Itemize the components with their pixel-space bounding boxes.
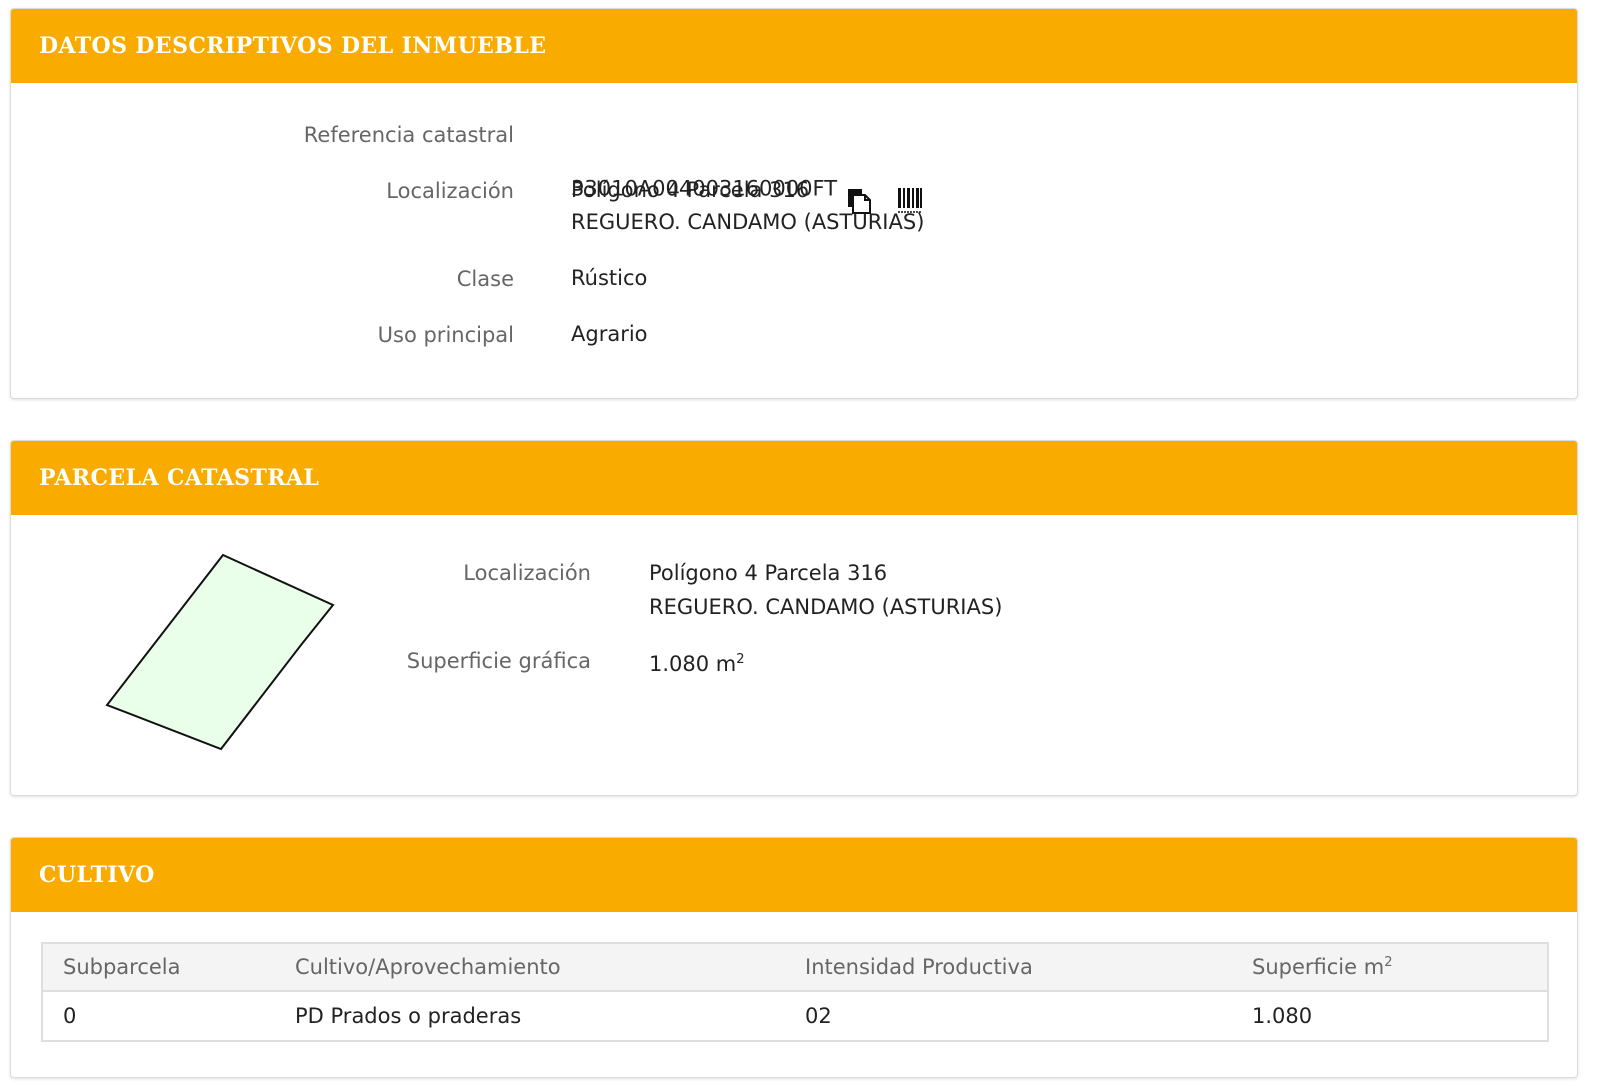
parcela-catastral-header: PARCELA CATASTRAL [11, 441, 1577, 515]
referencia-label: Referencia catastral [303, 123, 514, 147]
header-subparcela: Subparcela [63, 955, 181, 979]
cultivo-panel: CULTIVO Subparcela Cultivo/Aprovechamien… [10, 837, 1578, 1078]
superficie-value: 1.080 m2 [649, 644, 745, 680]
clase-value: Rústico [571, 266, 648, 290]
header-cultivo: Cultivo/Aprovechamiento [295, 955, 561, 979]
datos-descriptivos-panel: DATOS DESCRIPTIVOS DEL INMUEBLE Referenc… [10, 8, 1578, 399]
superficie-number: 1.080 m [649, 652, 737, 676]
cell-intensidad: 02 [805, 1004, 832, 1028]
uso-label: Uso principal [377, 323, 514, 347]
clase-label: Clase [456, 267, 514, 291]
localizacion-value: Polígono 4 Parcela 316 REGUERO. CANDAMO … [571, 178, 925, 234]
uso-value: Agrario [571, 322, 648, 346]
superficie-label: Superficie gráfica [406, 649, 591, 673]
cultivo-table: Subparcela Cultivo/Aprovechamiento Inten… [41, 942, 1549, 1042]
parcela-localizacion-value: Polígono 4 Parcela 316 REGUERO. CANDAMO … [649, 561, 1003, 619]
header-superficie-text: Superficie m [1252, 955, 1385, 979]
superficie-unit-sup: 2 [736, 652, 745, 667]
table-row: 0 PD Prados o praderas 02 1.080 [43, 992, 1547, 1040]
cultivo-header: CULTIVO [11, 838, 1577, 912]
localizacion-label: Localización [386, 179, 514, 203]
cell-subparcela: 0 [63, 1004, 77, 1028]
parcela-localizacion-label: Localización [463, 561, 591, 585]
header-superficie-sup: 2 [1384, 955, 1393, 970]
datos-descriptivos-header: DATOS DESCRIPTIVOS DEL INMUEBLE [11, 9, 1577, 83]
cultivo-table-header: Subparcela Cultivo/Aprovechamiento Inten… [43, 944, 1547, 992]
header-intensidad: Intensidad Productiva [805, 955, 1033, 979]
cell-cultivo: PD Prados o praderas [295, 1004, 522, 1028]
parcela-catastral-panel: PARCELA CATASTRAL Localización Polígono … [10, 440, 1578, 796]
cell-superficie: 1.080 [1252, 1004, 1313, 1028]
header-superficie: Superficie m2 [1252, 955, 1547, 979]
